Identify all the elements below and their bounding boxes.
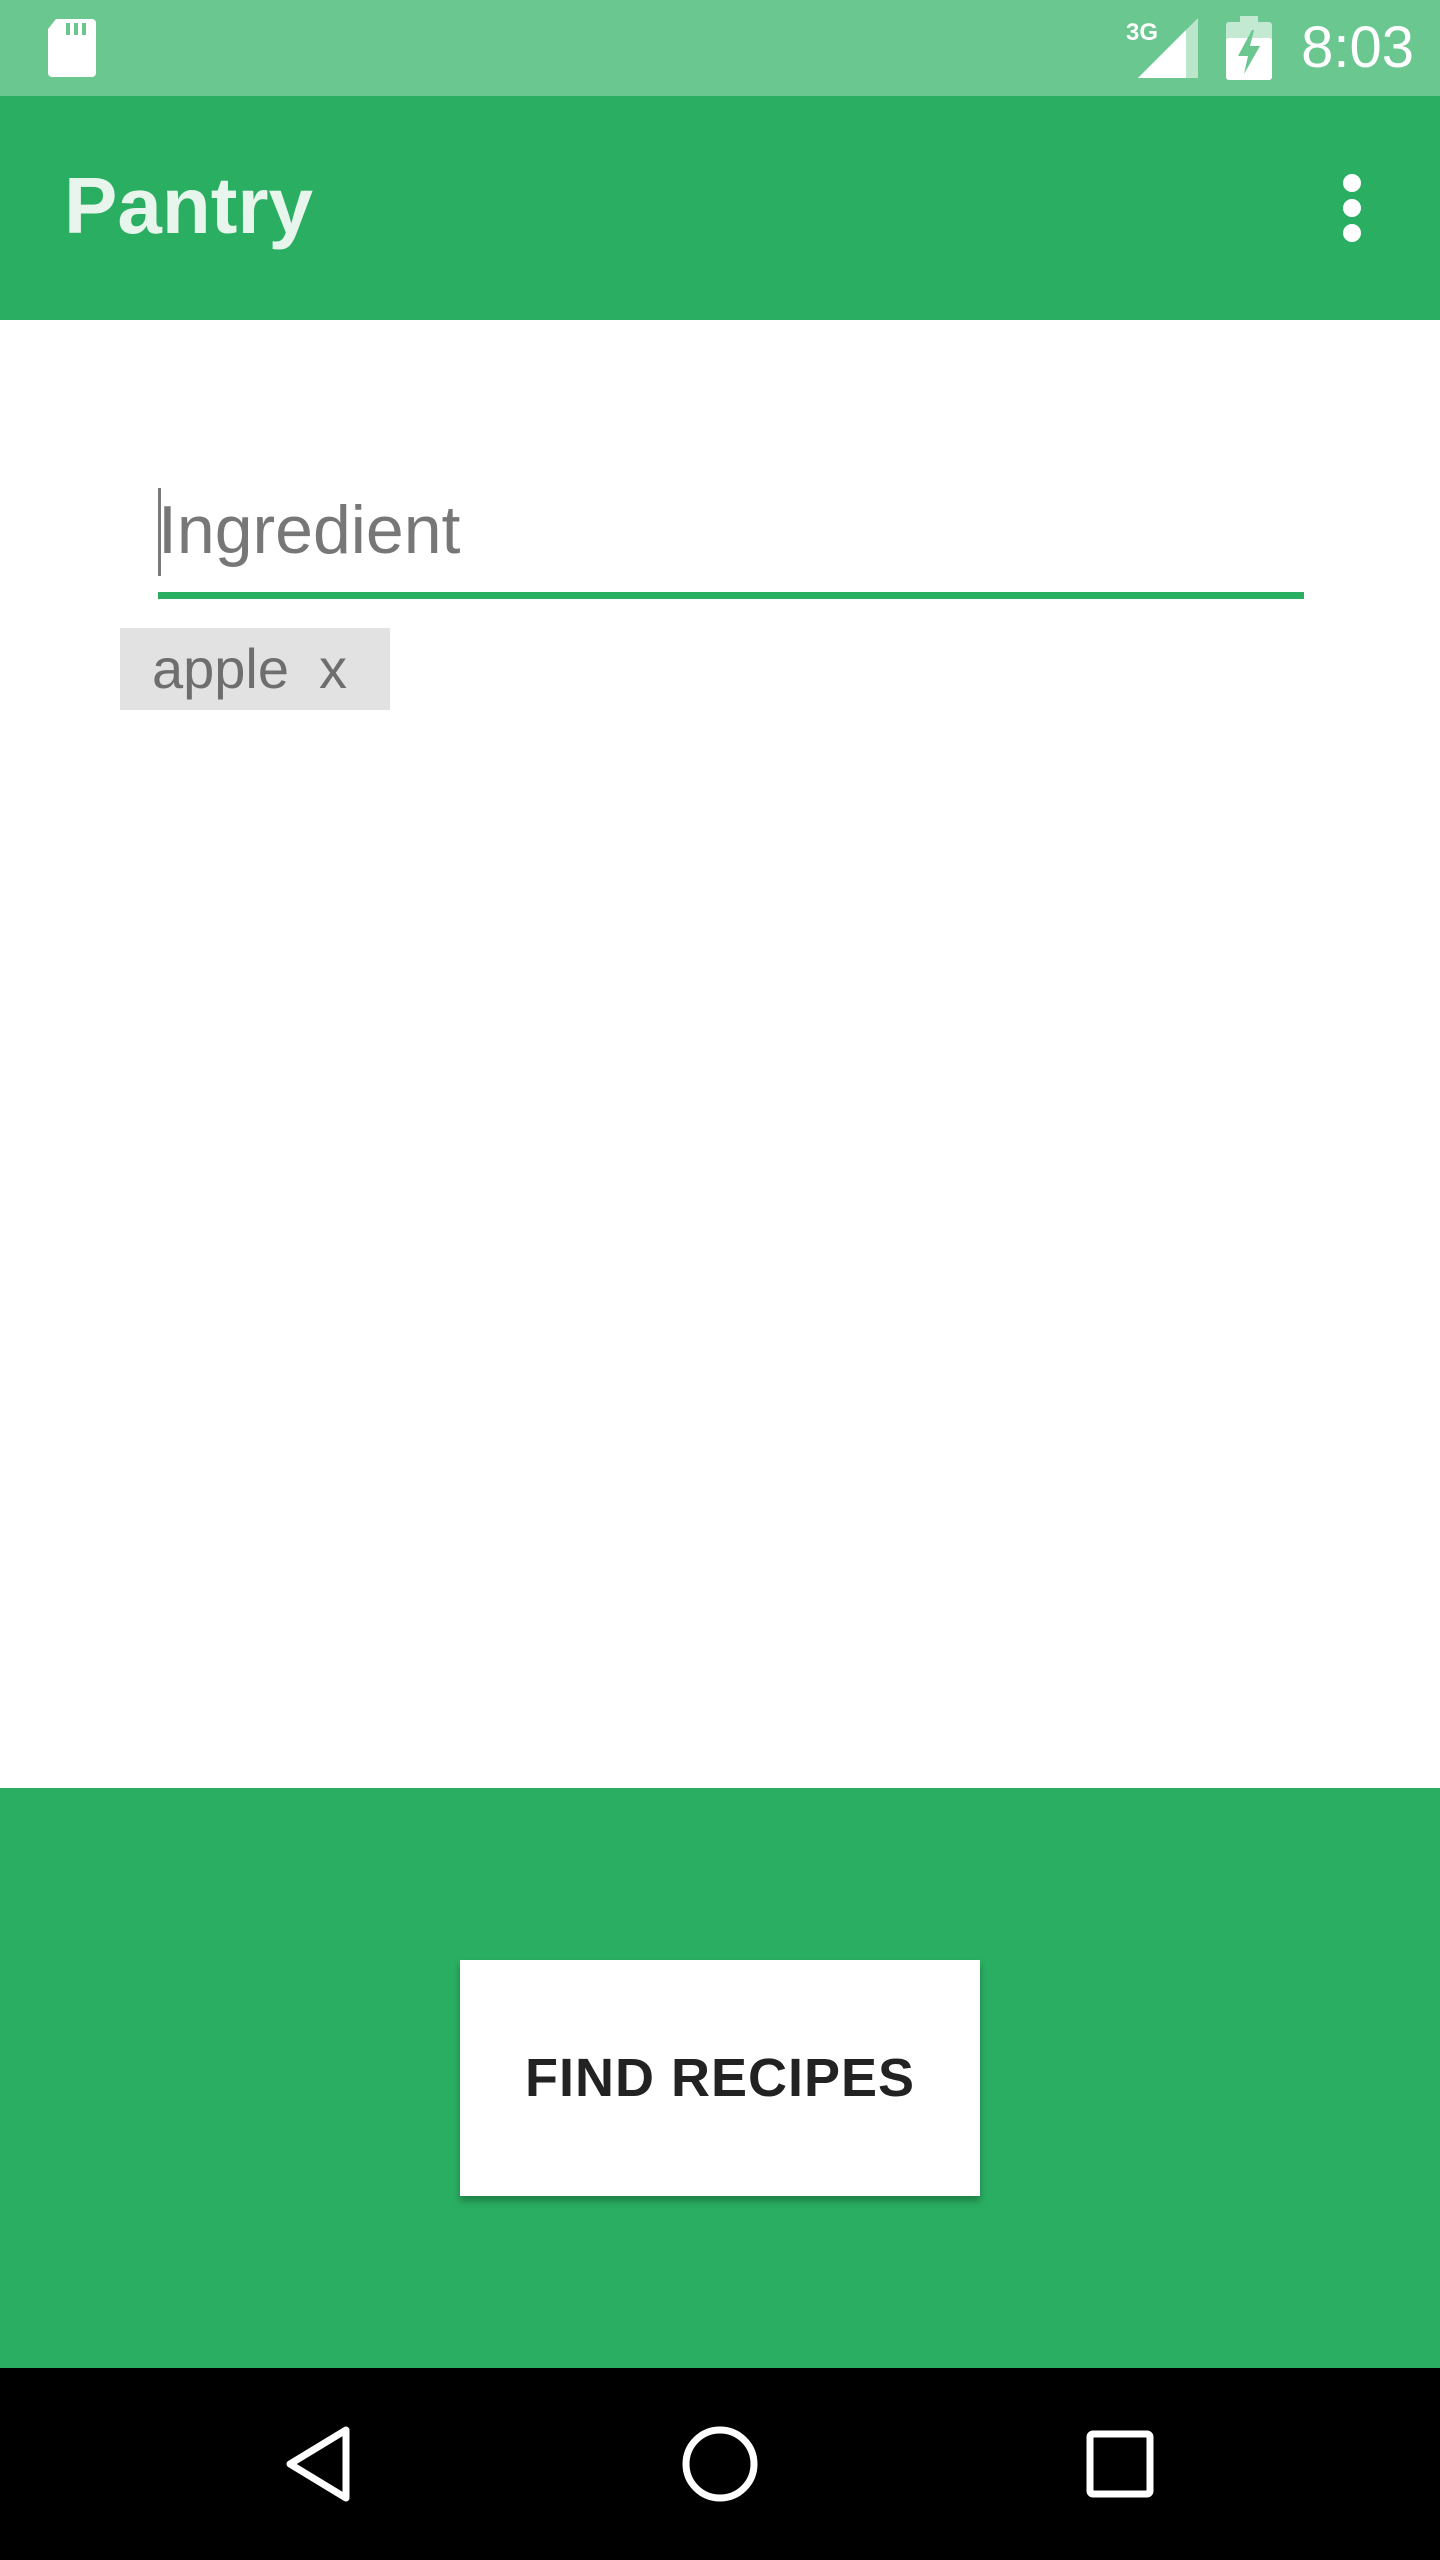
signal-3g-icon: 3G [1126, 18, 1198, 78]
find-recipes-button[interactable]: FIND RECIPES [460, 1960, 980, 2196]
menu-dot [1343, 174, 1361, 192]
status-time: 8:03 [1301, 15, 1414, 80]
svg-text:3G: 3G [1126, 19, 1158, 46]
status-bar: 3G 8:03 [0, 0, 1440, 96]
home-icon[interactable] [680, 2424, 760, 2504]
ingredient-input[interactable] [158, 480, 1304, 580]
recents-icon[interactable] [1080, 2424, 1160, 2504]
ingredient-chip[interactable]: apple x [120, 628, 390, 710]
input-underline [158, 592, 1304, 599]
chip-remove-button[interactable]: x [319, 628, 347, 710]
app-bar: Pantry [0, 96, 1440, 320]
menu-dot [1343, 224, 1361, 242]
navigation-bar [0, 2368, 1440, 2560]
battery-charging-icon [1226, 16, 1272, 80]
chip-label: apple [152, 637, 290, 700]
sd-card-icon [48, 19, 96, 77]
app-title: Pantry [64, 161, 313, 250]
menu-dot [1343, 199, 1361, 217]
text-cursor [158, 488, 161, 576]
ingredient-field[interactable] [158, 470, 1304, 602]
bottom-action-panel: FIND RECIPES [0, 1788, 1440, 2368]
back-icon[interactable] [280, 2424, 360, 2504]
more-vert-icon[interactable] [1312, 160, 1392, 256]
